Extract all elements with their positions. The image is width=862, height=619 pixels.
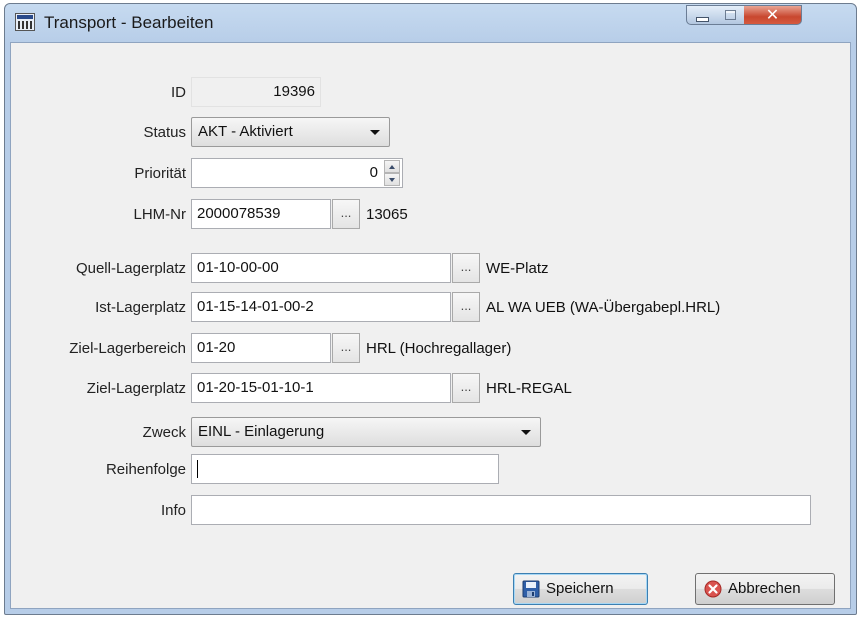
maximize-icon (725, 10, 736, 20)
quell-lagerplatz-info: WE-Platz (486, 260, 549, 277)
id-field: 19396 (191, 77, 321, 107)
dialog-window: Transport - Bearbeiten ✕ ID 19396 Status… (4, 3, 857, 615)
ziel-lagerplatz-info: HRL-REGAL (486, 380, 572, 397)
ziel-lagerbereich-label: Ziel-Lagerbereich (69, 340, 186, 357)
ziel-lagerplatz-input[interactable]: 01-20-15-01-10-1 (191, 373, 451, 403)
cancel-button[interactable]: Abbrechen (695, 573, 835, 605)
ziel-lagerbereich-input[interactable]: 01-20 (191, 333, 331, 363)
ist-lagerplatz-browse-button[interactable]: ... (452, 292, 480, 322)
spin-up-icon[interactable] (384, 160, 400, 173)
ziel-lagerbereich-browse-button[interactable]: ... (332, 333, 360, 363)
ziel-lagerplatz-browse-button[interactable]: ... (452, 373, 480, 403)
zweck-dropdown[interactable]: EINL - Einlagerung (191, 417, 541, 447)
minimize-button[interactable] (686, 5, 716, 25)
lhm-nr-input[interactable]: 2000078539 (191, 199, 331, 229)
ziel-lagerbereich-info: HRL (Hochregallager) (366, 340, 512, 357)
maximize-button[interactable] (715, 5, 745, 25)
info-input[interactable] (191, 495, 811, 525)
id-label: ID (171, 84, 186, 101)
zweck-label: Zweck (142, 424, 186, 441)
minimize-icon (696, 17, 709, 22)
info-label: Info (160, 502, 186, 519)
spin-buttons (384, 160, 400, 186)
app-icon (15, 13, 35, 31)
ist-lagerplatz-label: Ist-Lagerplatz (95, 299, 186, 316)
chevron-down-icon (370, 130, 380, 135)
save-button[interactable]: Speichern (513, 573, 648, 605)
dialog-body: ID 19396 Status AKT - Aktiviert Prioritä… (10, 42, 851, 609)
ziel-lagerplatz-label: Ziel-Lagerplatz (86, 380, 186, 397)
reihenfolge-label: Reihenfolge (105, 461, 186, 478)
chevron-down-icon (521, 430, 531, 435)
prioritaet-stepper[interactable]: 0 (191, 158, 403, 188)
save-icon (522, 580, 540, 598)
prioritaet-value: 0 (369, 164, 378, 181)
status-dropdown[interactable]: AKT - Aktiviert (191, 117, 390, 147)
text-caret (197, 460, 198, 479)
cancel-icon (704, 580, 722, 598)
quell-lagerplatz-label: Quell-Lagerplatz (75, 260, 186, 277)
lhm-nr-label: LHM-Nr (133, 206, 187, 223)
status-value: AKT - Aktiviert (198, 123, 293, 140)
cancel-label: Abbrechen (728, 580, 801, 597)
close-icon: ✕ (765, 5, 780, 24)
close-button[interactable]: ✕ (744, 5, 802, 25)
status-label: Status (143, 124, 186, 141)
prioritaet-label: Priorität (134, 165, 186, 182)
save-label: Speichern (546, 580, 614, 597)
spin-down-icon[interactable] (384, 173, 400, 186)
window-title: Transport - Bearbeiten (44, 13, 214, 32)
ist-lagerplatz-info: AL WA UEB (WA-Übergabepl.HRL) (486, 299, 721, 316)
quell-lagerplatz-input[interactable]: 01-10-00-00 (191, 253, 451, 283)
lhm-nr-info: 13065 (366, 206, 408, 223)
zweck-value: EINL - Einlagerung (198, 423, 325, 440)
lhm-nr-browse-button[interactable]: ... (332, 199, 360, 229)
quell-lagerplatz-browse-button[interactable]: ... (452, 253, 480, 283)
title-bar[interactable]: Transport - Bearbeiten ✕ (5, 4, 856, 42)
ist-lagerplatz-input[interactable]: 01-15-14-01-00-2 (191, 292, 451, 322)
reihenfolge-input[interactable] (191, 454, 499, 484)
